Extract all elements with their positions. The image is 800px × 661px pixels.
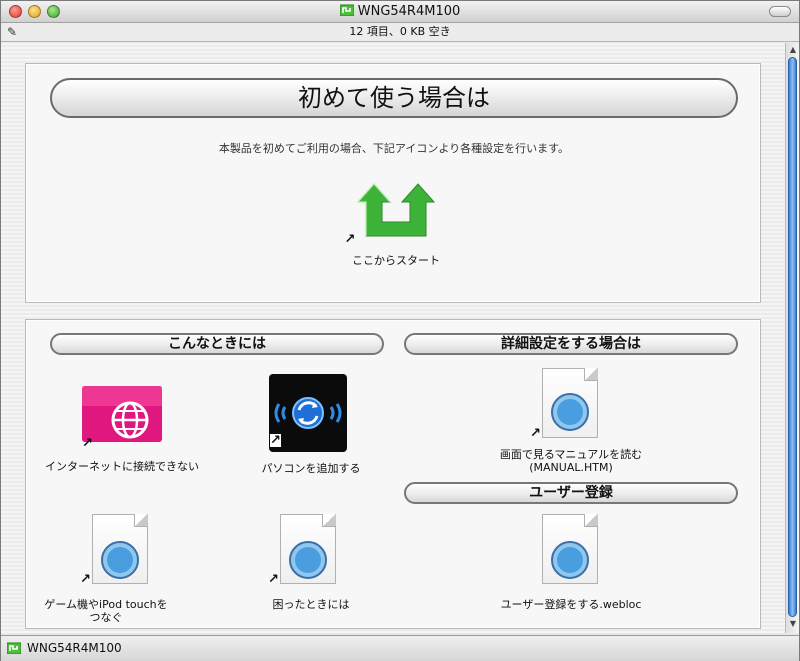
first-use-description: 本製品を初めてご利用の場合、下記アイコンより各種設定を行います。 (218, 142, 570, 155)
trouble-item[interactable]: ↗ 困ったときには (236, 510, 386, 611)
safari-compass-icon (551, 541, 589, 579)
manual-label-line1: 画面で見るマニュアルを読む (499, 448, 643, 461)
advanced-heading: 詳細設定をする場合は (404, 333, 738, 355)
game-ipod-item[interactable]: ↗ ゲーム機やiPod touchをつなぐ (26, 510, 216, 628)
add-pc-label: パソコンを追加する (261, 462, 361, 475)
document-fold (584, 368, 598, 381)
path-bar: WNG54R4M100 (1, 635, 799, 661)
start-item[interactable]: ↗ ここからスタート (326, 172, 466, 272)
alias-arrow-icon: ↗ (268, 572, 279, 587)
alias-arrow-icon: ↗ (82, 436, 93, 451)
status-bar: ✎ 12 項目、0 KB 空き (1, 23, 799, 42)
green-arrow-start-icon (356, 183, 436, 237)
content-area: 初めて使う場合は 本製品を初めてご利用の場合、下記アイコンより各種設定を行います… (1, 43, 785, 633)
manual-item[interactable]: ↗ 画面で見るマニュアルを読む (MANUAL.HTM) (466, 364, 676, 474)
alias-arrow-icon: ↗ (270, 433, 281, 448)
alias-arrow-icon: ↗ (344, 232, 356, 247)
edit-pin-icon: ✎ (7, 25, 18, 39)
pink-globe-icon (82, 386, 162, 442)
scroll-up-icon[interactable]: ▲ (788, 45, 798, 55)
add-pc-item[interactable]: ↗ パソコンを追加する (236, 370, 386, 490)
game-ipod-label: ゲーム機やiPod touchをつなぐ (44, 598, 168, 624)
trouble-label: 困ったときには (272, 598, 350, 611)
document-fold (134, 514, 148, 527)
scroll-down-icon[interactable]: ▼ (788, 619, 798, 629)
register-label: ユーザー登録をする.webloc (500, 598, 642, 611)
status-text: 12 項目、0 KB 空き (349, 25, 451, 38)
alias-arrow-icon: ↗ (80, 572, 91, 587)
internet-trouble-label: インターネットに接続できない (45, 460, 199, 473)
first-use-panel: 初めて使う場合は 本製品を初めてご利用の場合、下記アイコンより各種設定を行います… (25, 63, 761, 303)
safari-compass-icon (289, 541, 327, 579)
window-title-wrap: WNG54R4M100 (1, 4, 799, 19)
safari-compass-icon (551, 393, 589, 431)
register-heading: ユーザー登録 (404, 482, 738, 504)
alias-arrow-icon: ↗ (530, 426, 541, 441)
window-title: WNG54R4M100 (357, 4, 461, 19)
toolbar-toggle-button[interactable] (769, 6, 791, 17)
vertical-scrollbar[interactable]: ▲ ▼ (785, 43, 799, 633)
document-fold (584, 514, 598, 527)
when-heading: こんなときには (50, 333, 384, 355)
first-use-heading: 初めて使う場合は (50, 78, 738, 118)
options-panel: こんなときには 詳細設定をする場合は ↗ インターネットに接続できない ↗ パソ… (25, 319, 761, 629)
register-item[interactable]: ユーザー登録をする.webloc (466, 510, 676, 620)
finder-window: WNG54R4M100 ✎ 12 項目、0 KB 空き 初めて使う場合は 本製品… (0, 0, 800, 661)
scroll-thumb[interactable] (788, 57, 797, 617)
internet-trouble-item[interactable]: ↗ インターネットに接続できない (42, 380, 202, 490)
safari-compass-icon (101, 541, 139, 579)
folder-icon (7, 642, 21, 654)
manual-label-line2: (MANUAL.HTM) (529, 461, 613, 474)
folder-icon (339, 4, 354, 16)
path-label[interactable]: WNG54R4M100 (27, 641, 122, 655)
title-bar[interactable]: WNG54R4M100 (1, 1, 799, 23)
start-label: ここからスタート (352, 254, 440, 267)
document-fold (322, 514, 336, 527)
